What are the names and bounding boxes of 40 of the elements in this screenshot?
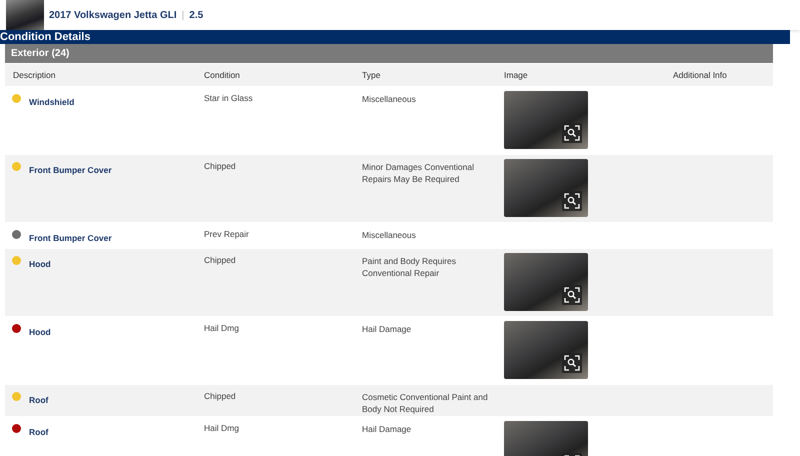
damage-link[interactable]: Roof	[29, 395, 48, 405]
damage-photo-placeholder[interactable]	[504, 159, 588, 217]
table-cell-text: Hail Damage	[362, 423, 412, 436]
table-cell-text: Paint and Body Requires Conventional Repair	[362, 255, 458, 280]
zoom-icon[interactable]	[562, 285, 582, 305]
table-cell-text: Hail Damage	[362, 323, 412, 336]
damage-link[interactable]: Front Bumper Cover	[29, 233, 112, 243]
table-cell-text: Miscellaneous	[362, 229, 417, 242]
damage-photo-placeholder[interactable]	[504, 253, 588, 311]
table-cell-text: Minor Damages Conventional Repairs May Be Required	[362, 161, 475, 186]
zoom-icon[interactable]	[562, 123, 582, 143]
table-cell-text: Chipped	[204, 390, 237, 403]
column-header: Image	[504, 70, 529, 80]
table-cell-text: Star in Glass	[204, 92, 254, 105]
table-cell-text: Chipped	[204, 254, 237, 267]
damage-link[interactable]: Roof	[29, 427, 48, 437]
damage-photo-placeholder[interactable]	[504, 321, 588, 379]
table-cell-text: Hail Dmg	[204, 322, 240, 335]
column-header: Additional Info	[673, 70, 728, 80]
table-cell-text: Prev Repair	[204, 228, 250, 241]
column-header: Condition	[204, 70, 241, 80]
section-header: Condition Details	[0, 30, 790, 44]
damage-link[interactable]: Hood	[29, 259, 51, 269]
table-cell-text: Chipped	[204, 160, 237, 173]
table-cell-text: Hail Dmg	[204, 422, 240, 435]
column-header: Type	[362, 70, 382, 80]
zoom-icon[interactable]	[562, 353, 582, 373]
zoom-icon[interactable]	[562, 191, 582, 211]
damage-photo-placeholder[interactable]	[504, 91, 588, 149]
vehicle-trim: 2.5	[189, 10, 204, 20]
damage-link[interactable]: Windshield	[29, 97, 74, 107]
damage-link[interactable]: Front Bumper Cover	[29, 165, 112, 175]
table-cell-text: Miscellaneous	[362, 93, 417, 106]
car-photo-placeholder	[6, 0, 44, 30]
vehicle-title: 2017 Volkswagen Jetta GLI	[49, 10, 177, 20]
damage-link[interactable]: Hood	[29, 327, 51, 337]
separator: |	[182, 10, 184, 20]
table-cell-text: Cosmetic Conventional Paint and Body Not Required	[362, 391, 489, 416]
group-header: Exterior (24)	[5, 44, 773, 63]
column-header: Description	[12, 70, 57, 80]
